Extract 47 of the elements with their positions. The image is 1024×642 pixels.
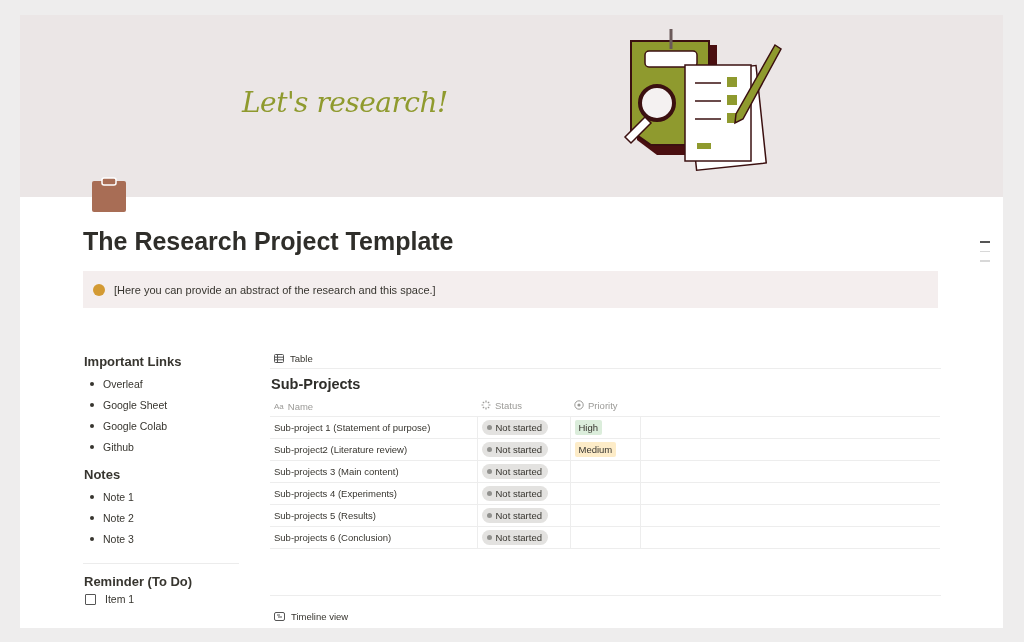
database-title: Sub-Projects xyxy=(271,376,362,392)
table-cell: Sub-projects 4 (Experiments) xyxy=(274,488,398,499)
priority-tag: Medium xyxy=(574,442,617,457)
circle-icon xyxy=(93,283,105,296)
table-icon xyxy=(274,353,284,363)
section-heading: Important Links xyxy=(84,354,183,369)
table-cell: Sub-project2 (Literature review) xyxy=(274,444,408,455)
bullet-icon xyxy=(90,423,94,428)
timeline-icon xyxy=(274,611,285,621)
table-cell: Sub-project 1 (Statement of purpose) xyxy=(274,422,431,433)
bullet-icon xyxy=(90,536,94,541)
list-item[interactable]: Google Colab xyxy=(103,419,168,432)
list-item[interactable]: Google Sheet xyxy=(103,398,168,411)
bullet-icon xyxy=(90,494,94,499)
list-item[interactable]: Note 3 xyxy=(103,532,134,545)
bullet-icon xyxy=(90,515,94,520)
status-tag: Not started xyxy=(481,464,548,479)
bullet-icon xyxy=(90,444,94,449)
list-item[interactable]: Note 2 xyxy=(103,511,134,524)
todo-item: Item 1 xyxy=(105,593,135,605)
table-of-contents-marks[interactable] xyxy=(980,241,990,262)
clipboard-icon[interactable] xyxy=(90,175,128,213)
priority-tag: High xyxy=(574,420,603,435)
table-cell: Sub-projects 5 (Results) xyxy=(274,510,376,521)
table-cell: Sub-projects 6 (Conclusion) xyxy=(274,532,392,543)
table-cell: Sub-projects 3 (Main content) xyxy=(274,466,399,477)
cover-tagline: Let's research! xyxy=(242,85,448,119)
list-item[interactable]: Note 1 xyxy=(103,490,134,503)
status-property-icon xyxy=(481,400,491,411)
select-property-icon xyxy=(574,400,584,411)
page-title: The Research Project Template xyxy=(83,227,455,256)
view-tab[interactable]: Table xyxy=(290,352,313,364)
bullet-icon xyxy=(90,381,94,386)
status-tag: Not started xyxy=(481,508,548,523)
list-item[interactable]: Github xyxy=(103,440,134,453)
bullet-icon xyxy=(90,402,94,407)
list-item[interactable]: Overleaf xyxy=(103,377,143,390)
section-heading: Reminder (To Do) xyxy=(84,574,194,589)
text-property-icon: Aa xyxy=(274,402,284,411)
status-tag: Not started xyxy=(481,530,548,545)
section-heading: Notes xyxy=(84,467,122,482)
status-tag: Not started xyxy=(481,420,548,435)
status-tag: Not started xyxy=(481,486,548,501)
callout-text: [Here you can provide an abstract of the research and this space.] xyxy=(114,283,436,296)
checkbox[interactable] xyxy=(85,593,96,605)
status-tag: Not started xyxy=(481,442,548,457)
view-tab[interactable]: Timeline view xyxy=(291,610,349,622)
